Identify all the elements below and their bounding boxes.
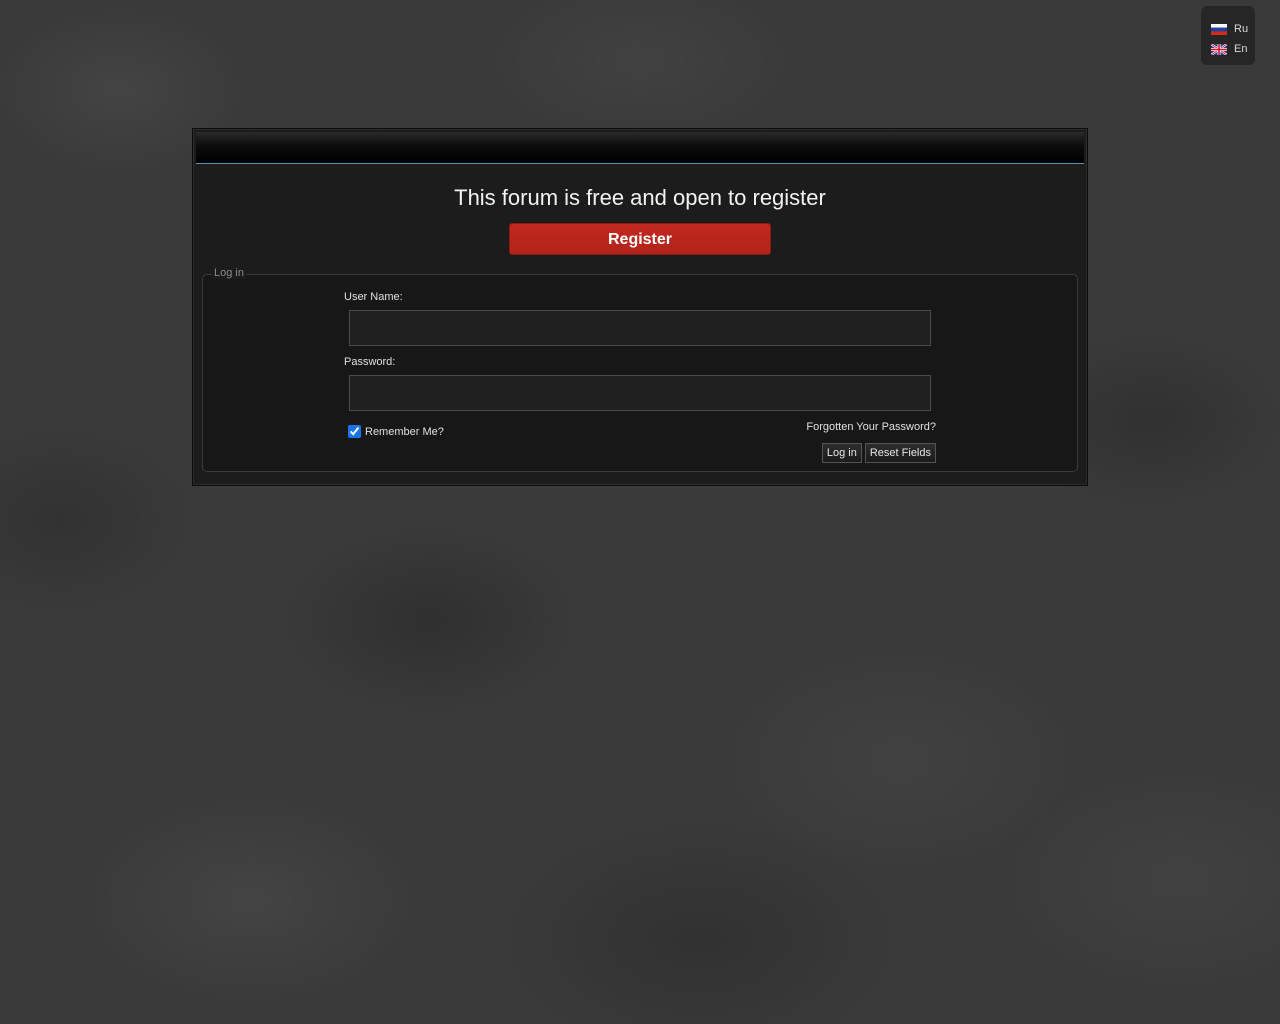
password-input[interactable] (349, 375, 931, 411)
remember-me-row: Remember Me? (348, 424, 444, 438)
panel-header-bar (196, 132, 1084, 164)
language-switcher: Ru En (1201, 6, 1255, 65)
register-button[interactable]: Register (509, 223, 771, 255)
username-label: User Name: (344, 291, 403, 303)
login-button[interactable]: Log in (821, 443, 862, 463)
login-legend: Log in (212, 267, 246, 279)
login-panel: This forum is free and open to register … (192, 128, 1088, 486)
register-heading: This forum is free and open to register (454, 185, 826, 210)
login-fieldset: Log in User Name: Password: Remember Me?… (202, 267, 1078, 472)
username-input[interactable] (349, 310, 931, 346)
russia-flag-icon (1211, 23, 1227, 35)
reset-fields-button[interactable]: Reset Fields (864, 443, 936, 463)
language-label-en: En (1234, 43, 1248, 55)
remember-me-checkbox[interactable] (348, 424, 361, 438)
language-option-ru[interactable]: Ru (1201, 19, 1255, 39)
login-buttons: Log in Reset Fields (821, 443, 936, 463)
language-label-ru: Ru (1234, 23, 1249, 35)
forgot-password-link[interactable]: Forgotten Your Password? (806, 421, 936, 433)
language-option-en[interactable]: En (1201, 39, 1255, 59)
remember-me-label[interactable]: Remember Me? (365, 426, 444, 438)
password-label: Password: (344, 356, 396, 368)
uk-flag-icon (1211, 43, 1227, 55)
